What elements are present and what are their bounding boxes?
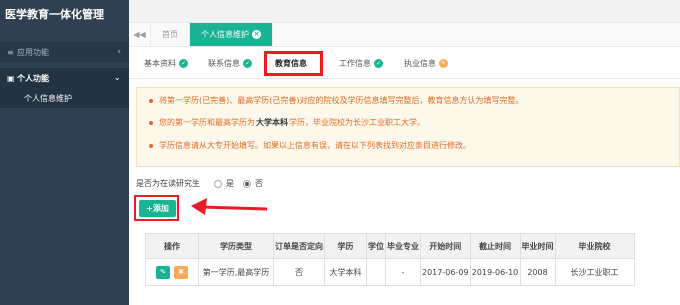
column-header: 订单是否定向 [273, 233, 325, 259]
sidebar-item-personal[interactable]: ▣ 个人功能 ⌄ [0, 68, 129, 88]
back-double-arrow-icon[interactable]: ◀◀ [129, 23, 151, 46]
column-header: 学位 [366, 233, 386, 259]
pencil-icon: ✎ [439, 59, 448, 68]
notice-box: 将第一学历(已完善)、最高学历(已完善)对应的院校及学历信息填写完整后，教育信息… [136, 87, 680, 167]
tab-label: 教育信息 [275, 59, 307, 68]
sidebar: 医学教育一体化管理 ≡ 应用功能 ‹ ▣ 个人功能 ⌄ 个人信息维护 [0, 0, 129, 305]
tab-label: 执业信息 [404, 59, 436, 68]
education-table: 操作 学历类型 订单是否定向 学历 学位 毕业专业 开始时间 截止时间 毕业时间… [145, 233, 635, 286]
table-cell [366, 258, 386, 286]
check-icon: ✓ [374, 59, 383, 68]
column-header: 学历类型 [198, 233, 274, 259]
table-cell: 大学本科 [324, 258, 367, 286]
tab-label: 基本资料 [144, 59, 176, 68]
column-header: 毕业专业 [385, 233, 421, 259]
check-icon: ✓ [179, 59, 188, 68]
app-title: 医学教育一体化管理 [5, 8, 104, 21]
table-cell: - [385, 258, 421, 286]
column-header: 学历 [324, 233, 367, 259]
check-icon: ✓ [243, 59, 252, 68]
radio-no[interactable]: 否 [243, 178, 263, 189]
table-header-row: 操作 学历类型 订单是否定向 学历 学位 毕业专业 开始时间 截止时间 毕业时间… [145, 233, 635, 259]
tab-contact-info[interactable]: 联系信息 ✓ [208, 58, 252, 69]
menu-icon: ≡ [7, 47, 14, 57]
column-header: 截止时间 [469, 233, 521, 259]
column-header: 操作 [145, 233, 199, 259]
chevron-down-icon: ⌄ [113, 73, 121, 83]
chevron-left-icon: ‹ [117, 47, 121, 57]
table-cell: 长沙工业职工 [554, 258, 635, 286]
sidebar-item-app-functions[interactable]: ≡ 应用功能 ‹ [0, 42, 129, 62]
main-content: 基本资料 ✓ 联系信息 ✓ 教育信息 工作信息 ✓ 执业信息 ✎ 将第一学历(已完善)、… [129, 47, 680, 305]
table-cell: 2008 [519, 258, 556, 286]
sidebar-item-personal-info[interactable]: 个人信息维护 [0, 88, 129, 108]
add-button[interactable]: +添加 [139, 200, 176, 217]
sidebar-item-label: 应用功能 [17, 47, 49, 57]
tab-label: 工作信息 [339, 59, 371, 68]
table-cell: 否 [273, 258, 325, 286]
tab-education-info[interactable]: 教育信息 [275, 58, 307, 69]
radio-yes[interactable]: 是 [214, 178, 234, 189]
table-cell: 2019-06-10 [469, 258, 521, 286]
actions-cell: ✎ ✖ [145, 258, 199, 286]
close-icon[interactable]: × [252, 30, 261, 39]
column-header: 毕业时间 [519, 233, 556, 259]
tab-bar: ◀◀ 首页 个人信息维护 × [129, 23, 680, 47]
table-cell: 2017-06-09 [420, 258, 471, 286]
sidebar-item-label: 个人功能 [17, 73, 49, 83]
column-header: 开始时间 [420, 233, 471, 259]
table-cell: 第一学历,最高学历 [198, 258, 274, 286]
notice-line: 将第一学历(已完善)、最高学历(已完善)对应的院校及学历信息填写完整后，教育信息… [149, 95, 523, 106]
user-card-icon: ▣ [7, 73, 15, 83]
info-tabs: 基本资料 ✓ 联系信息 ✓ 教育信息 工作信息 ✓ 执业信息 ✎ [129, 47, 680, 79]
notice-line: 您的第一学历和最高学历为 大学本科 学历，毕业院校为长沙工业职工大学。 [149, 117, 425, 128]
top-bar [129, 0, 680, 23]
tab-label: 个人信息维护 [201, 30, 249, 39]
tab-home[interactable]: 首页 [151, 23, 190, 46]
graduate-student-field: 是否为在读研究生 是 否 [136, 178, 263, 189]
tab-basic-info[interactable]: 基本资料 ✓ [144, 58, 188, 69]
tab-work-info[interactable]: 工作信息 ✓ [339, 58, 383, 69]
delete-icon[interactable]: ✖ [174, 265, 188, 279]
field-label: 是否为在读研究生 [136, 179, 200, 188]
tab-practice-info[interactable]: 执业信息 ✎ [404, 58, 448, 69]
tab-personal-info[interactable]: 个人信息维护 × [190, 23, 273, 46]
table-row: ✎ ✖ 第一学历,最高学历 否 大学本科 - 2017-06-09 2019-06… [145, 258, 635, 286]
tab-label: 联系信息 [208, 59, 240, 68]
column-header: 毕业院校 [554, 233, 635, 259]
notice-line: 学历信息请从大专开始填写。如果以上信息有误，请在以下列表找到对应条目进行修改。 [149, 140, 471, 151]
annotation-arrow [191, 198, 268, 215]
edit-icon[interactable]: ✎ [156, 265, 170, 279]
